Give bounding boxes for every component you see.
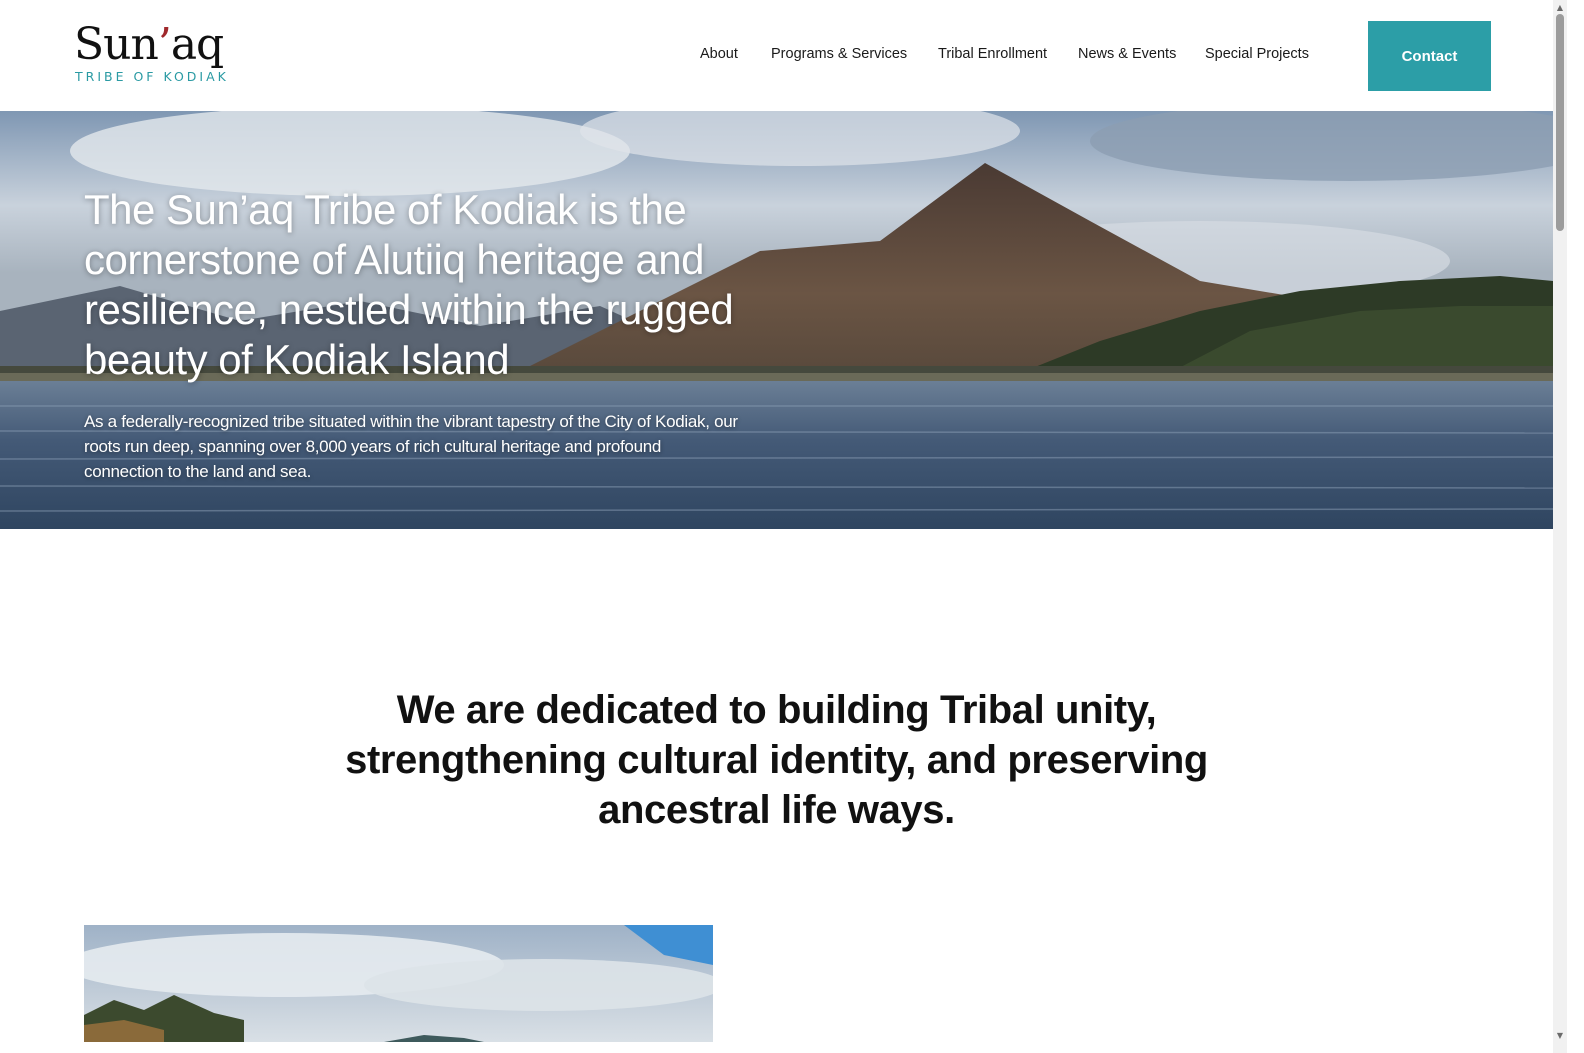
hero-section: The Sun’aq Tribe of Kodiak is the corner… <box>0 111 1553 529</box>
nav-item-about[interactable]: About <box>700 43 738 65</box>
nav-item-programs-services[interactable]: Programs & Services <box>771 43 907 65</box>
mission-statement: We are dedicated to building Tribal unit… <box>345 688 1208 833</box>
logo-apostrophe: ’ <box>157 19 172 70</box>
coastal-photo <box>84 925 713 1042</box>
site-header: Sun’aq TRIBE OF KODIAK About Programs & … <box>0 0 1567 111</box>
site-logo[interactable]: Sun’aq TRIBE OF KODIAK <box>74 20 254 86</box>
logo-word-start: Sun <box>74 19 159 70</box>
scroll-down-arrow-icon[interactable]: ▼ <box>1553 1028 1567 1042</box>
scroll-up-arrow-icon[interactable]: ▲ <box>1553 0 1567 14</box>
vertical-scrollbar[interactable]: ▲ ▼ <box>1553 0 1567 1053</box>
nav-item-news-events[interactable]: News & Events <box>1078 43 1176 65</box>
nav-item-tribal-enrollment[interactable]: Tribal Enrollment <box>938 43 1047 65</box>
scrollbar-thumb[interactable] <box>1556 14 1564 231</box>
nav-item-special-projects[interactable]: Special Projects <box>1205 43 1309 65</box>
contact-button[interactable]: Contact <box>1368 21 1491 91</box>
page: Sun’aq TRIBE OF KODIAK About Programs & … <box>0 0 1584 1053</box>
logo-word-end: aq <box>170 19 224 70</box>
coastal-photo-image <box>84 925 713 1042</box>
logo-wordmark: Sun’aq <box>74 19 224 70</box>
hero-title: The Sun’aq Tribe of Kodiak is the corner… <box>84 186 734 384</box>
hero-description: As a federally-recognized tribe situated… <box>84 412 738 481</box>
logo-subtitle: TRIBE OF KODIAK <box>75 69 229 84</box>
